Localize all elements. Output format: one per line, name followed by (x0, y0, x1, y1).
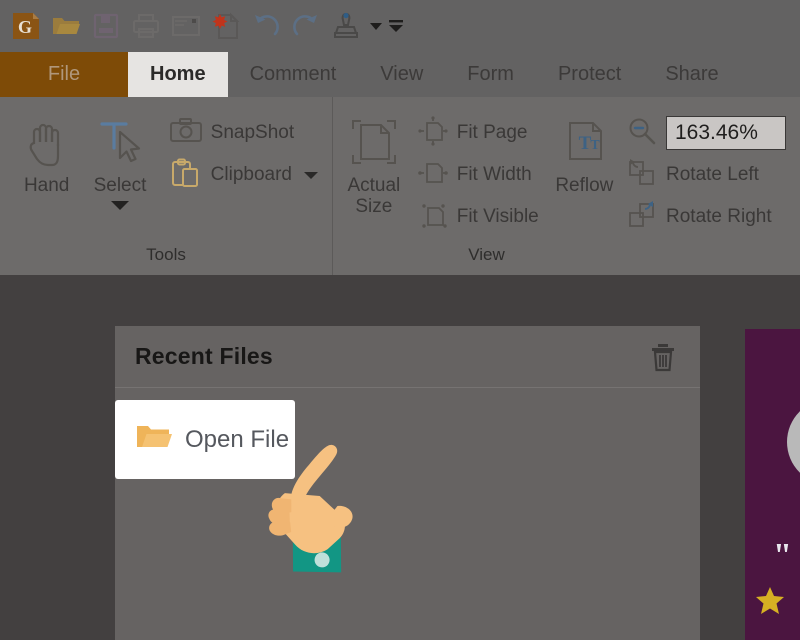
actual-size-page-icon (347, 111, 401, 173)
tab-file[interactable]: File (0, 52, 128, 97)
recent-files-panel: Recent Files (115, 326, 700, 640)
snapshot-button[interactable]: SnapShot (165, 113, 322, 153)
fit-visible-icon (417, 200, 449, 235)
view-zoom-rotate-column: 163.46% Rotate Left Rotate Right (622, 105, 790, 237)
fit-width-label: Fit Width (456, 164, 532, 185)
tab-view[interactable]: View (358, 52, 445, 97)
ribbon-group-tools: Hand Select SnapShot Clipboard Tools (0, 97, 332, 275)
tab-comment-label: Comment (249, 63, 337, 85)
fit-page-button[interactable]: Fit Page (413, 113, 543, 153)
rotate-right-button[interactable]: Rotate Right (622, 197, 790, 237)
open-file-label: Open File (185, 425, 290, 453)
tab-protect[interactable]: Protect (536, 52, 643, 97)
ribbon-tab-strip: File Home Comment View Form Protect Shar… (0, 52, 800, 97)
actual-size-label-line1: Actual (347, 175, 401, 196)
rotate-right-icon (626, 200, 658, 235)
recent-files-title: Recent Files (135, 343, 273, 369)
fit-width-icon (417, 158, 449, 193)
camera-icon (169, 117, 203, 150)
reflow-label: Reflow (555, 175, 614, 196)
undo-arrow-icon[interactable] (246, 6, 286, 46)
tab-protect-label: Protect (557, 63, 622, 85)
select-tool-chevron-down-icon[interactable] (110, 201, 129, 211)
tab-form-label: Form (467, 63, 514, 85)
tab-view-label: View (380, 63, 424, 85)
rotate-left-button[interactable]: Rotate Left (622, 155, 790, 195)
trash-icon[interactable] (648, 340, 678, 374)
open-folder-icon (135, 421, 173, 458)
clipboard-button[interactable]: Clipboard (165, 155, 322, 195)
ribbon-group-view: Actual Size Fit Page Fit Width Fit Visib… (332, 97, 800, 275)
open-file-button[interactable]: Open File (115, 400, 295, 479)
magnifier-minus-icon[interactable] (626, 116, 658, 151)
tools-small-buttons: SnapShot Clipboard (165, 105, 322, 195)
redo-arrow-icon[interactable] (286, 6, 326, 46)
hand-tool-label: Hand (23, 175, 70, 196)
tab-form[interactable]: Form (445, 52, 536, 97)
tab-comment[interactable]: Comment (228, 52, 359, 97)
floppy-save-icon[interactable] (86, 6, 126, 46)
hand-tool-button[interactable]: Hand (10, 105, 83, 196)
clipboard-icon (169, 158, 203, 193)
zoom-level-input[interactable]: 163.46% (666, 116, 786, 150)
app-logo-icon[interactable]: G (6, 6, 46, 46)
rotate-left-icon (626, 158, 658, 193)
reflow-text-icon: T T (557, 111, 611, 173)
text-select-cursor-icon (92, 111, 148, 173)
ribbon-group-tools-title: Tools (146, 245, 186, 264)
tab-file-label: File (47, 63, 81, 85)
snapshot-label: SnapShot (210, 122, 295, 143)
ribbon-group-view-title: View (468, 245, 505, 264)
actual-size-label-line2: Size (355, 196, 393, 218)
tab-home-label: Home (150, 63, 206, 85)
tab-share-label: Share (665, 63, 719, 85)
zoom-control: 163.46% (622, 113, 790, 153)
new-document-star-icon[interactable] (206, 6, 246, 46)
fit-page-label: Fit Page (456, 122, 528, 143)
avatar-circle-icon (787, 399, 800, 485)
star-icon (756, 587, 784, 614)
hand-tool-icon (19, 111, 75, 173)
reflow-button[interactable]: T T Reflow (553, 105, 616, 196)
select-tool-button[interactable]: Select (83, 105, 156, 211)
printer-icon[interactable] (126, 6, 166, 46)
select-tool-label: Select (93, 175, 147, 196)
envelope-icon[interactable] (166, 6, 206, 46)
quick-access-toolbar: G (0, 0, 800, 52)
fit-visible-button[interactable]: Fit Visible (413, 197, 543, 237)
fit-width-button[interactable]: Fit Width (413, 155, 543, 195)
customize-toolbar-overflow-chevrons-icon[interactable] (386, 6, 406, 46)
view-fit-buttons: Fit Page Fit Width Fit Visible (413, 105, 543, 237)
stamp-icon[interactable] (326, 6, 366, 46)
rotate-right-label: Rotate Right (666, 206, 772, 227)
svg-text:G: G (18, 17, 32, 37)
ribbon: Hand Select SnapShot Clipboard Tools Act… (0, 97, 800, 275)
rotate-left-label: Rotate Left (666, 164, 759, 185)
quote-mark: " (773, 537, 792, 574)
application-window: G File Home Comment View Form Protect Sh… (0, 0, 800, 640)
actual-size-button[interactable]: Actual Size (343, 105, 405, 218)
clipboard-chevron-down-icon[interactable] (303, 171, 318, 179)
stamp-dropdown-chevron-down-icon[interactable] (366, 6, 386, 46)
open-folder-icon[interactable] (46, 6, 86, 46)
clipboard-label: Clipboard (210, 164, 292, 185)
fit-visible-label: Fit Visible (456, 206, 539, 227)
tab-share[interactable]: Share (643, 52, 740, 97)
tab-home[interactable]: Home (128, 52, 228, 97)
fit-page-icon (417, 115, 449, 151)
recent-files-header: Recent Files (115, 326, 700, 388)
promo-card[interactable]: " (745, 329, 800, 640)
svg-text:T: T (591, 138, 601, 153)
